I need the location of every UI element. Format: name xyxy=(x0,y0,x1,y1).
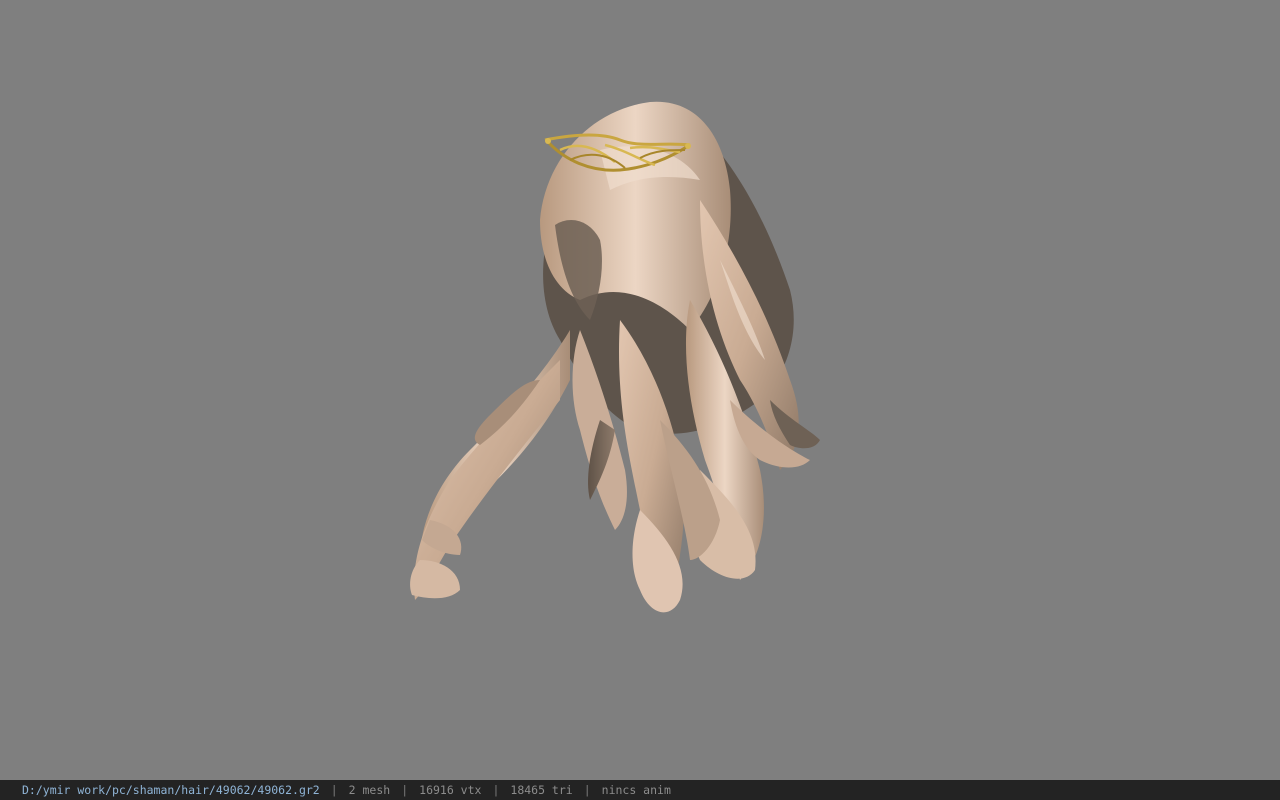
file-path: D:/ymir work/pc/shaman/hair/49062/49062.… xyxy=(22,783,320,797)
separator: | xyxy=(330,783,338,797)
hair-model xyxy=(410,101,820,613)
animation-status: nincs anim xyxy=(601,783,671,797)
triangle-count: 18465 tri xyxy=(510,783,573,797)
separator: | xyxy=(401,783,409,797)
hair-curl-left-1 xyxy=(410,560,460,599)
mesh-count: 2 mesh xyxy=(348,783,391,797)
status-bar: D:/ymir work/pc/shaman/hair/49062/49062.… xyxy=(0,780,1280,800)
separator: | xyxy=(583,783,591,797)
separator: | xyxy=(492,783,500,797)
vertex-count: 16916 vtx xyxy=(419,783,482,797)
3d-viewport[interactable] xyxy=(0,0,1280,780)
